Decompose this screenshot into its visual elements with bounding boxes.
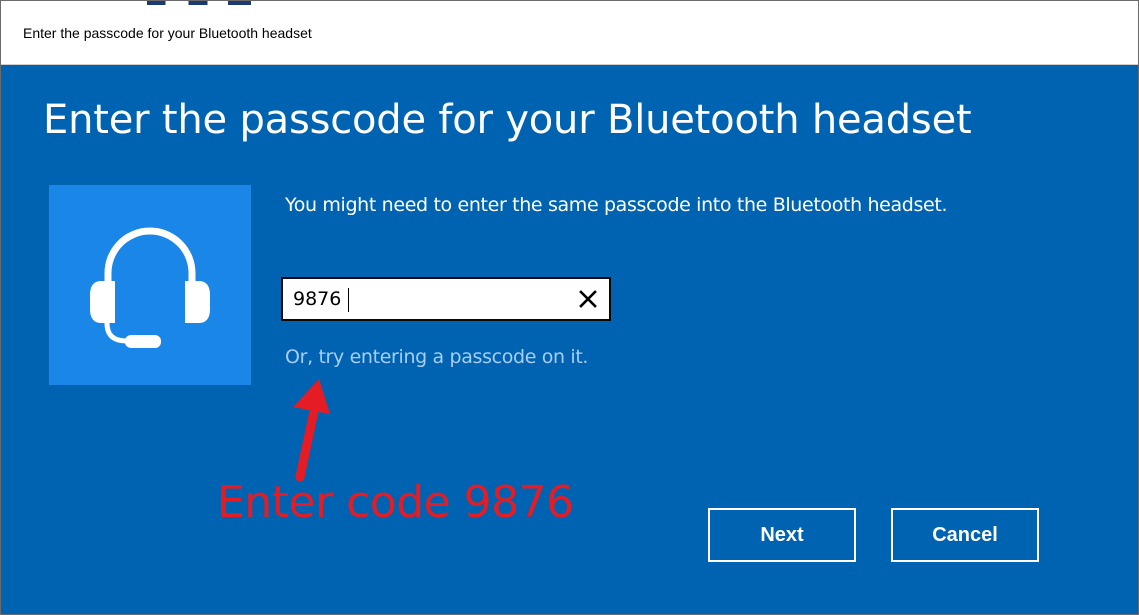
pairing-dialog-window: Enter the passcode for your Bluetooth he… [0,0,1139,615]
page-title: Enter the passcode for your Bluetooth he… [43,97,972,143]
title-bar: Enter the passcode for your Bluetooth he… [1,1,1138,65]
cancel-button[interactable]: Cancel [891,508,1039,562]
title-bar-artifact [147,1,251,5]
passcode-input[interactable] [293,285,563,313]
close-icon[interactable] [577,288,599,310]
passcode-field[interactable] [281,277,611,321]
annotation-label: Enter code 9876 [217,477,574,528]
window-title: Enter the passcode for your Bluetooth he… [23,25,312,41]
next-button[interactable]: Next [708,508,856,562]
alternate-passcode-link[interactable]: Or, try entering a passcode on it. [285,346,588,368]
headset-icon [90,227,210,348]
passcode-instructions: You might need to enter the same passcod… [285,194,948,216]
device-tile [49,185,251,385]
text-cursor [348,288,349,312]
